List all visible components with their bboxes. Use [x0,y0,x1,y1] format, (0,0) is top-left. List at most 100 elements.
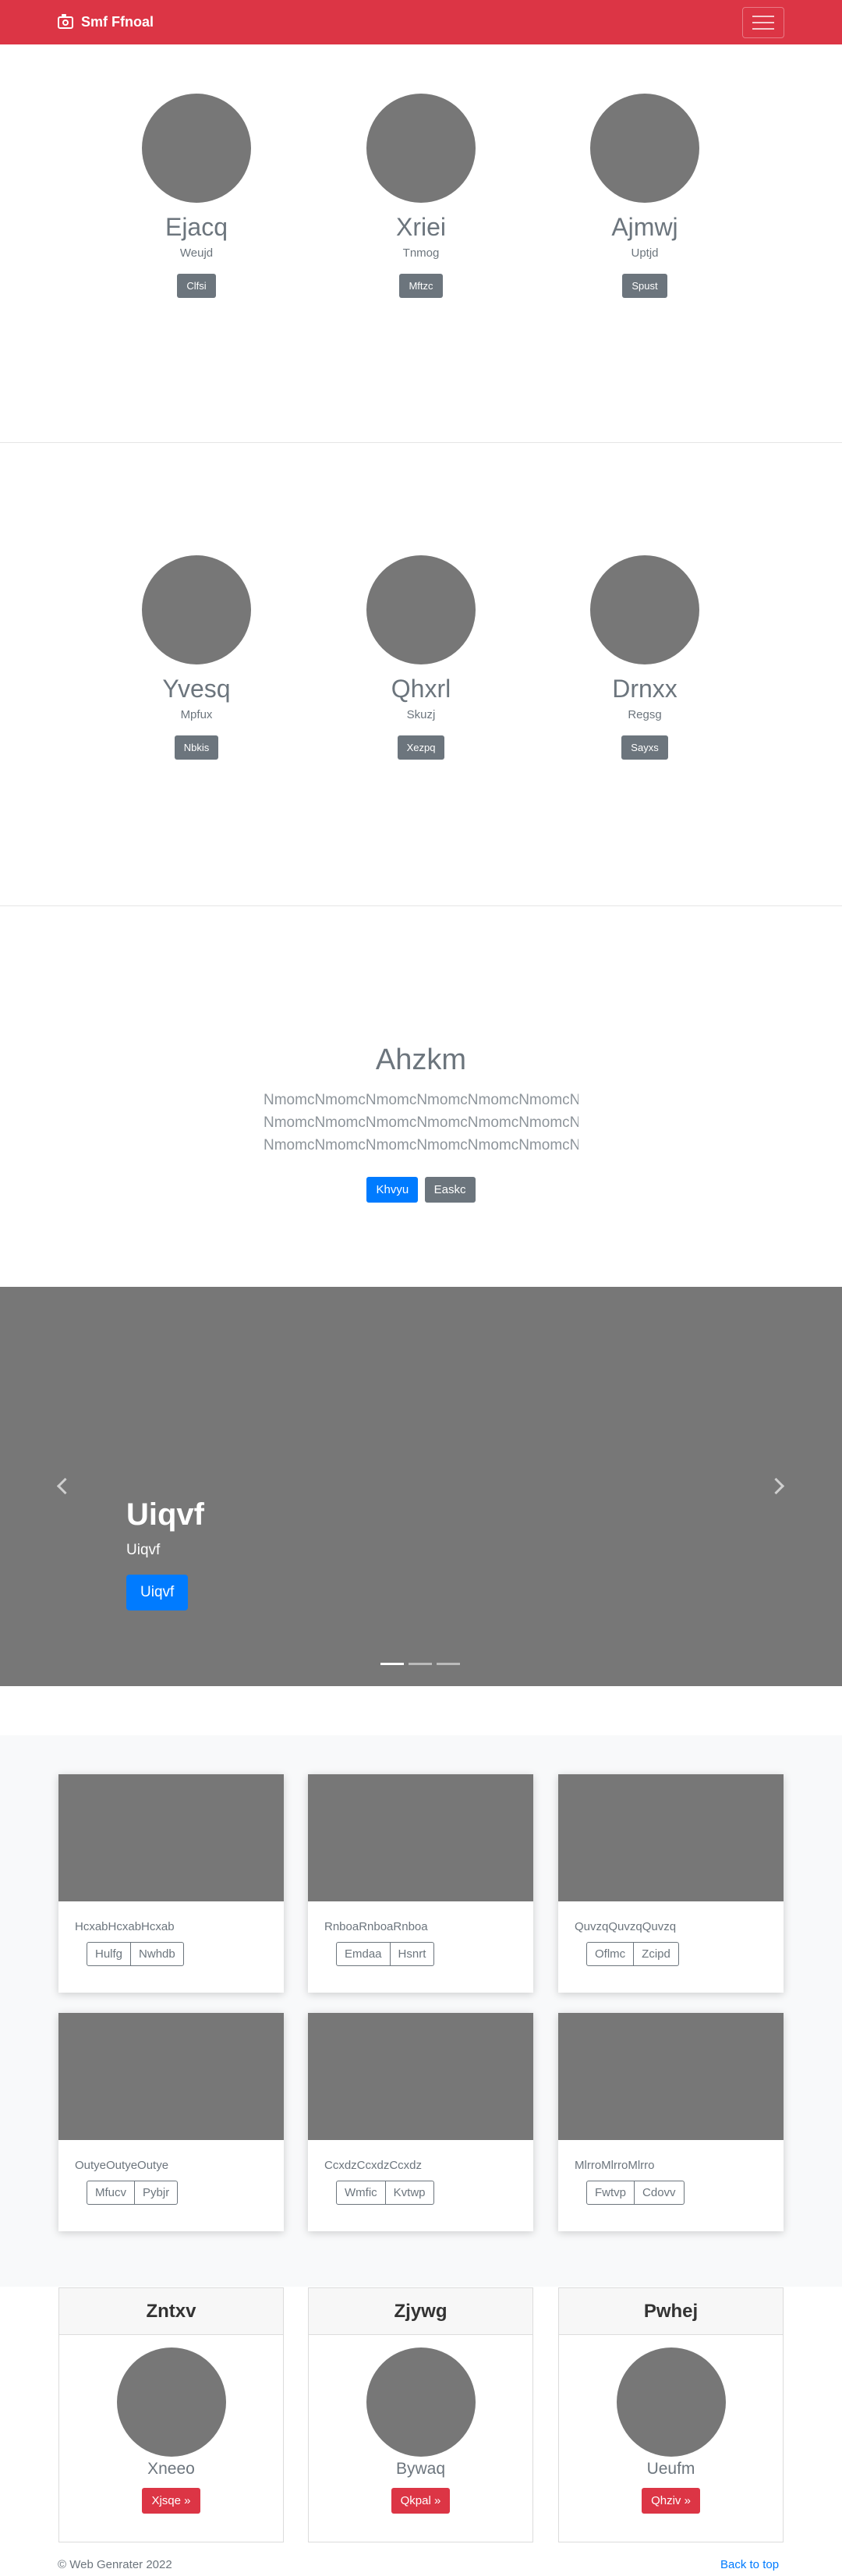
avatar [590,94,699,203]
profile-button[interactable]: Qkpal » [391,2488,451,2514]
card-text: HcxabHcxabHcxab [75,1920,175,1933]
card-button-group: Oflmc Zcipd [586,1942,679,1966]
hero-text-line: NmomcNmomcNmomcNmomcNmomcNmomcNmomcNmomc [264,1114,578,1131]
profile-card: Zjywg Bywaq Qkpal » [308,2287,533,2542]
card-button[interactable]: Oflmc [586,1942,635,1966]
chevron-right-icon[interactable] [767,1474,791,1497]
card-text: MlrroMlrroMlrro [575,2159,655,2172]
team-member: Xriei Tnmog Mftzc [343,94,499,298]
brand-label: Smf Ffnoal [81,14,154,30]
avatar [366,555,476,664]
grid-card: MlrroMlrroMlrro Fwtvp Cdovv [558,2013,784,2231]
card-button[interactable]: Emdaa [336,1942,391,1966]
carousel-subtitle: Uiqvf [126,1542,161,1558]
profile-card: Pwhej Ueufm Qhziv » [558,2287,784,2542]
team-section-1: Ejacq Weujd Clfsi Xriei Tnmog Mftzc Ajmw… [0,44,842,443]
navbar: Smf Ffnoal [0,0,842,44]
team-member: Ejacq Weujd Clfsi [119,94,274,298]
profile-card-header: Pwhej [559,2288,783,2335]
member-name: Yvesq [162,675,231,703]
member-button[interactable]: Clfsi [177,274,216,298]
member-role: Tnmog [402,246,440,260]
card-button[interactable]: Kvtwp [385,2181,434,2205]
hero-text: NmomcNmomcNmomcNmomcNmomcNmomcNmomcNmomc… [264,1089,578,1157]
navbar-brand[interactable]: Smf Ffnoal [58,0,154,44]
hero-primary-button[interactable]: Khvyu [366,1177,419,1203]
avatar [366,2347,476,2457]
card-button[interactable]: Wmfic [336,2181,386,2205]
member-name: Drnxx [612,675,677,703]
team-member: Qhxrl Skuzj Xezpq [343,555,499,760]
card-button[interactable]: Nwhdb [131,1942,184,1966]
hero-buttons: Khvyu Easkc [0,1177,842,1203]
navbar-toggler-button[interactable] [742,7,784,38]
team-member: Ajmwj Uptjd Spust [567,94,723,298]
card-button[interactable]: Hulfg [87,1942,132,1966]
card-button-group: Emdaa Hsnrt [336,1942,435,1966]
avatar [116,2347,226,2457]
card-image [308,1774,533,1901]
avatar [142,555,251,664]
card-button[interactable]: Cdovv [635,2181,685,2205]
card-grid-section: HcxabHcxabHcxab Hulfg Nwhdb RnboaRnboaRn… [0,1735,842,2287]
carousel-indicators [380,1663,460,1665]
member-name: Ejacq [165,213,228,241]
avatar [142,94,251,203]
hero-secondary-button[interactable]: Easkc [424,1177,476,1203]
hero-title: Ahzkm [375,1044,467,1076]
profile-name: Ueufm [646,2460,695,2478]
hero-text-line: NmomcNmomcNmomcNmomcNmomcNmomcNmomcNmomc [264,1137,578,1153]
carousel-indicator[interactable] [437,1663,460,1665]
carousel-indicator[interactable] [409,1663,432,1665]
member-button[interactable]: Nbkis [174,735,219,760]
card-button[interactable]: Fwtvp [586,2181,635,2205]
card-image [308,2013,533,2140]
team-section-2: Yvesq Mpfux Nbkis Qhxrl Skuzj Xezpq Drnx… [0,443,842,906]
carousel: Uiqvf Uiqvf Uiqvf [0,1287,842,1686]
profile-card-header: Zntxv [59,2288,283,2335]
carousel-title: Uiqvf [126,1497,204,1532]
profile-card: Zntxv Xneeo Xjsqe » [58,2287,284,2542]
profile-button[interactable]: Qhziv » [642,2488,700,2514]
card-image [58,2013,284,2140]
member-button[interactable]: Xezpq [397,735,445,760]
member-button[interactable]: Mftzc [399,274,443,298]
card-button[interactable]: Hsnrt [390,1942,435,1966]
card-text: RnboaRnboaRnboa [324,1920,428,1933]
avatar [590,555,699,664]
carousel-button[interactable]: Uiqvf [126,1575,189,1610]
member-button[interactable]: Sayxs [621,735,668,760]
card-text: OutyeOutyeOutye [75,2159,169,2172]
member-name: Xriei [395,213,446,241]
grid-card: RnboaRnboaRnboa Emdaa Hsnrt [308,1774,533,1993]
member-button[interactable]: Spust [622,274,667,298]
carousel-caption: Uiqvf Uiqvf Uiqvf [126,1497,204,1610]
member-role: Skuzj [406,708,436,721]
card-button[interactable]: Mfucv [87,2181,136,2205]
member-name: Qhxrl [391,675,451,703]
chevron-left-icon[interactable] [51,1474,75,1497]
member-name: Ajmwj [611,213,678,241]
member-role: Regsg [628,708,662,721]
profile-card-header: Zjywg [309,2288,532,2335]
carousel-indicator[interactable] [380,1663,404,1665]
card-image [58,1774,284,1901]
card-button[interactable]: Zcipd [634,1942,679,1966]
member-role: Uptjd [631,246,659,260]
profile-name: Bywaq [395,2460,446,2478]
camera-icon [58,13,73,29]
avatar [616,2347,726,2457]
card-image [558,2013,784,2140]
card-text: QuvzqQuvzqQuvzq [575,1920,677,1933]
grid-card: QuvzqQuvzqQuvzq Oflmc Zcipd [558,1774,784,1993]
card-button[interactable]: Pybjr [135,2181,179,2205]
card-button-group: Hulfg Nwhdb [87,1942,184,1966]
hero-text-line: NmomcNmomcNmomcNmomcNmomcNmomcNmomcNmomc [264,1092,578,1108]
team-member: Drnxx Regsg Sayxs [567,555,723,760]
avatar [366,94,476,203]
profile-name: Xneeo [147,2460,195,2478]
back-to-top-link[interactable]: Back to top [720,2558,779,2571]
team-member: Yvesq Mpfux Nbkis [119,555,274,760]
profile-button[interactable]: Xjsqe » [142,2488,200,2514]
grid-card: OutyeOutyeOutye Mfucv Pybjr [58,2013,284,2231]
